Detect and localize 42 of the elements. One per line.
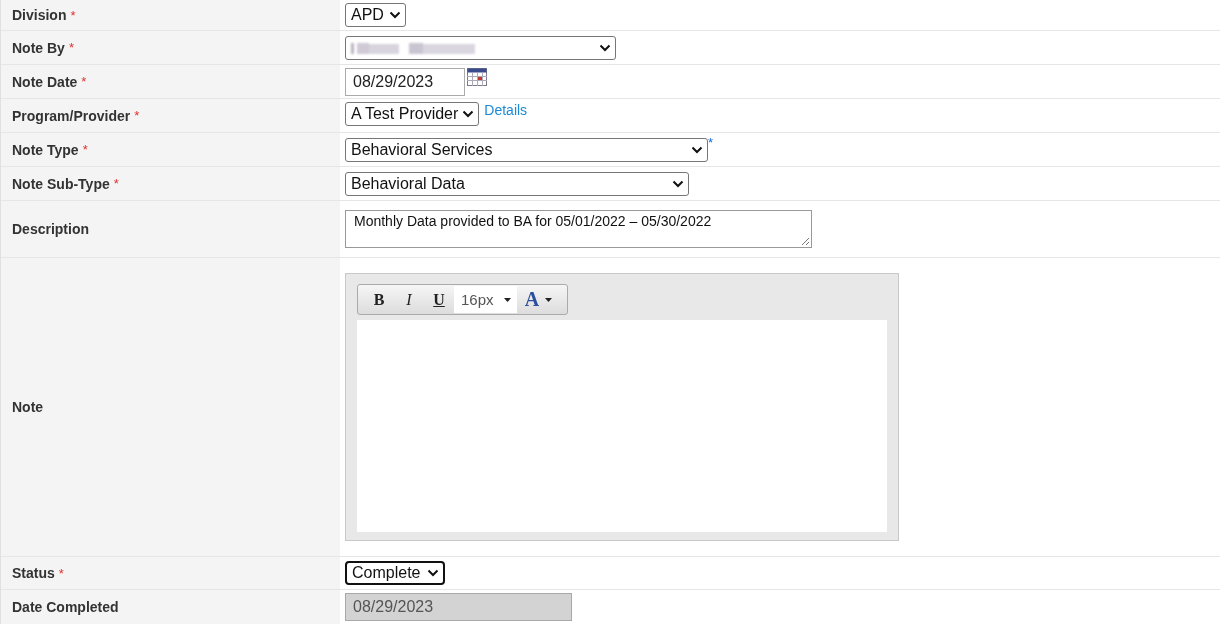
- field-label: Note Date: [12, 73, 78, 90]
- select-field[interactable]: [345, 35, 616, 60]
- select-field[interactable]: Behavioral Data: [345, 171, 689, 196]
- field-label: Note Type: [12, 141, 79, 158]
- date-field[interactable]: 08/29/2023: [345, 68, 465, 96]
- resize-grip-icon[interactable]: [800, 236, 810, 246]
- required-mark: *: [58, 565, 64, 581]
- dropdown-chevron-icon: [427, 569, 439, 577]
- details-link[interactable]: Details: [484, 102, 528, 118]
- field-label: Date Completed: [12, 599, 119, 615]
- italic-button[interactable]: I: [394, 287, 424, 312]
- field-label: Note Sub-Type: [12, 175, 110, 192]
- select-field[interactable]: Complete: [345, 561, 445, 585]
- dropdown-chevron-icon: [389, 11, 401, 19]
- field-label: Status: [12, 565, 55, 581]
- caret-icon: [545, 297, 553, 302]
- bold-button[interactable]: B: [364, 287, 394, 312]
- required-mark: *: [134, 108, 140, 123]
- font-size-select[interactable]: 16px: [454, 286, 517, 313]
- required-mark: *: [82, 142, 88, 157]
- description-field[interactable]: Monthly Data provided to BA for 05/01/2022 – 05/30/2022: [345, 210, 812, 248]
- required-mark: *: [68, 40, 74, 55]
- caret-icon: [503, 297, 511, 302]
- field-label: Division: [12, 7, 67, 23]
- field-label: Note By: [12, 39, 65, 56]
- field-label: Description: [12, 221, 89, 237]
- field-label: Note: [12, 399, 44, 415]
- dropdown-chevron-icon: [462, 110, 475, 118]
- dropdown-chevron-icon: [691, 145, 703, 154]
- field-label: Program/Provider: [12, 107, 131, 124]
- required-mark: *: [70, 7, 76, 23]
- required-mark: *: [113, 176, 119, 191]
- select-field[interactable]: Behavioral Services: [345, 137, 708, 162]
- calendar-icon[interactable]: [467, 68, 487, 86]
- required-mark: *: [81, 74, 87, 89]
- select-field[interactable]: A Test Provider: [345, 102, 480, 126]
- select-field[interactable]: APD: [345, 3, 406, 27]
- dropdown-chevron-icon: [672, 179, 684, 188]
- underline-button[interactable]: U: [424, 287, 454, 312]
- font-color-button[interactable]: A: [516, 287, 561, 312]
- dropdown-chevron-icon: [599, 43, 611, 52]
- required-mark: *: [708, 135, 714, 150]
